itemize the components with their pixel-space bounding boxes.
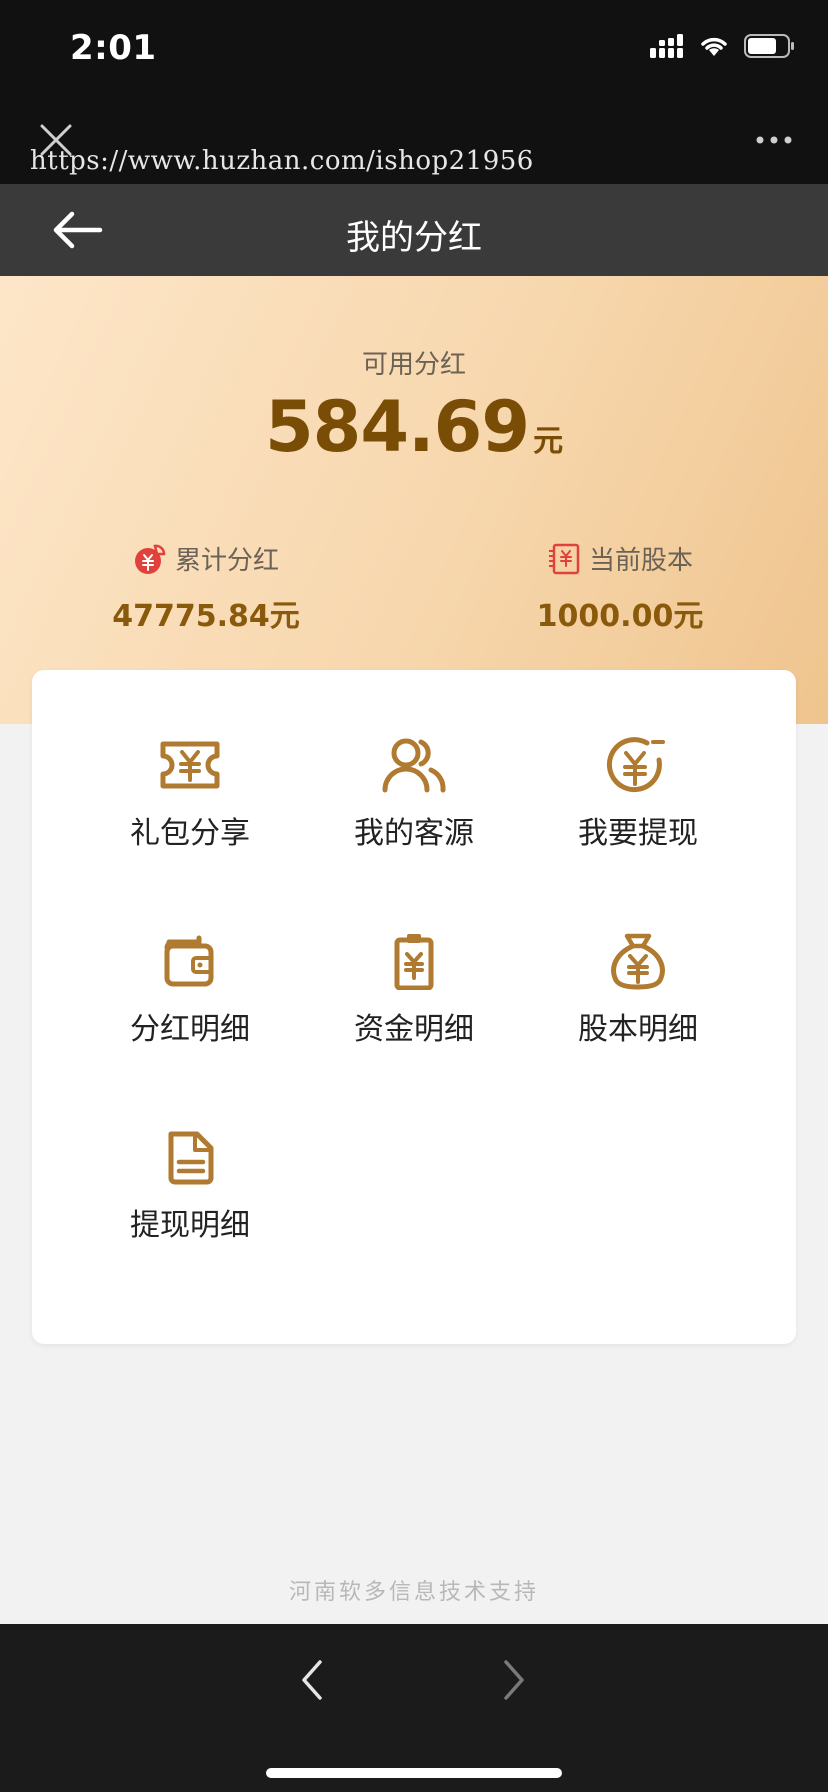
battery-icon [744, 34, 794, 58]
available-dividend-amount: 584.69 元 [0, 386, 828, 468]
menu-item-fund-details[interactable]: 资金明细 [304, 932, 524, 1048]
wallet-icon [164, 935, 214, 987]
status-bar: 2:01 [0, 0, 828, 100]
page-title: 我的分红 [346, 218, 482, 258]
home-indicator [266, 1768, 562, 1778]
menu-label: 分红明细 [130, 1012, 250, 1047]
current-stock-stat: 当前股本 1000.00元 [470, 540, 770, 635]
wifi-icon [701, 37, 727, 56]
document-icon [168, 1131, 214, 1185]
current-stock-value: 1000.00元 [536, 599, 704, 634]
menu-label: 提现明细 [130, 1208, 250, 1243]
menu-label: 礼包分享 [130, 816, 250, 851]
menu-item-withdraw-details[interactable]: 提现明细 [80, 1128, 300, 1244]
menu-label: 资金明细 [354, 1012, 474, 1047]
cellular-signal-icon [650, 34, 683, 58]
stock-bill-icon [548, 543, 580, 574]
more-icon[interactable] [754, 130, 794, 150]
chevron-left-icon[interactable] [296, 1658, 326, 1702]
menu-card: 礼包分享 我的客源 我要提现 分红明细 资金明细 股本明细 提现明细 [32, 670, 796, 1344]
dividend-summary: 可用分红 584.69 元 累计分红 47775.84元 当前股本 1000.00… [0, 276, 828, 724]
withdraw-coin-icon [606, 737, 665, 793]
available-dividend-label: 可用分红 [361, 350, 466, 380]
total-dividend-value: 47775.84元 [112, 599, 300, 634]
customers-icon [382, 738, 446, 793]
status-icons [650, 34, 796, 58]
status-time: 2:01 [70, 28, 157, 68]
gift-ticket-icon [160, 741, 220, 789]
menu-item-withdraw[interactable]: 我要提现 [528, 736, 748, 852]
nav-bar: 我的分红 [0, 184, 828, 276]
menu-label: 我的客源 [354, 816, 474, 851]
browser-url: https://www.huzhan.com/ishop21956 [30, 146, 534, 176]
browser-bar: https://www.huzhan.com/ishop21956 [0, 100, 828, 184]
footer-support-text: 河南软多信息技术支持 [288, 1580, 539, 1605]
chevron-right-icon[interactable] [500, 1658, 530, 1702]
browser-toolbar [0, 1624, 828, 1792]
menu-item-dividend-details[interactable]: 分红明细 [80, 932, 300, 1048]
menu-item-stock-details[interactable]: 股本明细 [528, 932, 748, 1048]
amount-value: 584.69 [264, 386, 530, 468]
total-dividend-label: 累计分红 [174, 546, 279, 576]
amount-unit: 元 [533, 424, 564, 459]
menu-item-my-customers[interactable]: 我的客源 [304, 736, 524, 852]
money-bag-icon [611, 933, 665, 990]
menu-label: 我要提现 [578, 816, 698, 851]
current-stock-label: 当前股本 [588, 546, 693, 576]
red-envelope-icon [134, 544, 166, 574]
menu-label: 股本明细 [578, 1012, 698, 1047]
menu-item-gift-share[interactable]: 礼包分享 [80, 736, 300, 852]
total-dividend-stat: 累计分红 47775.84元 [56, 540, 356, 635]
clipboard-yen-icon [394, 934, 434, 990]
